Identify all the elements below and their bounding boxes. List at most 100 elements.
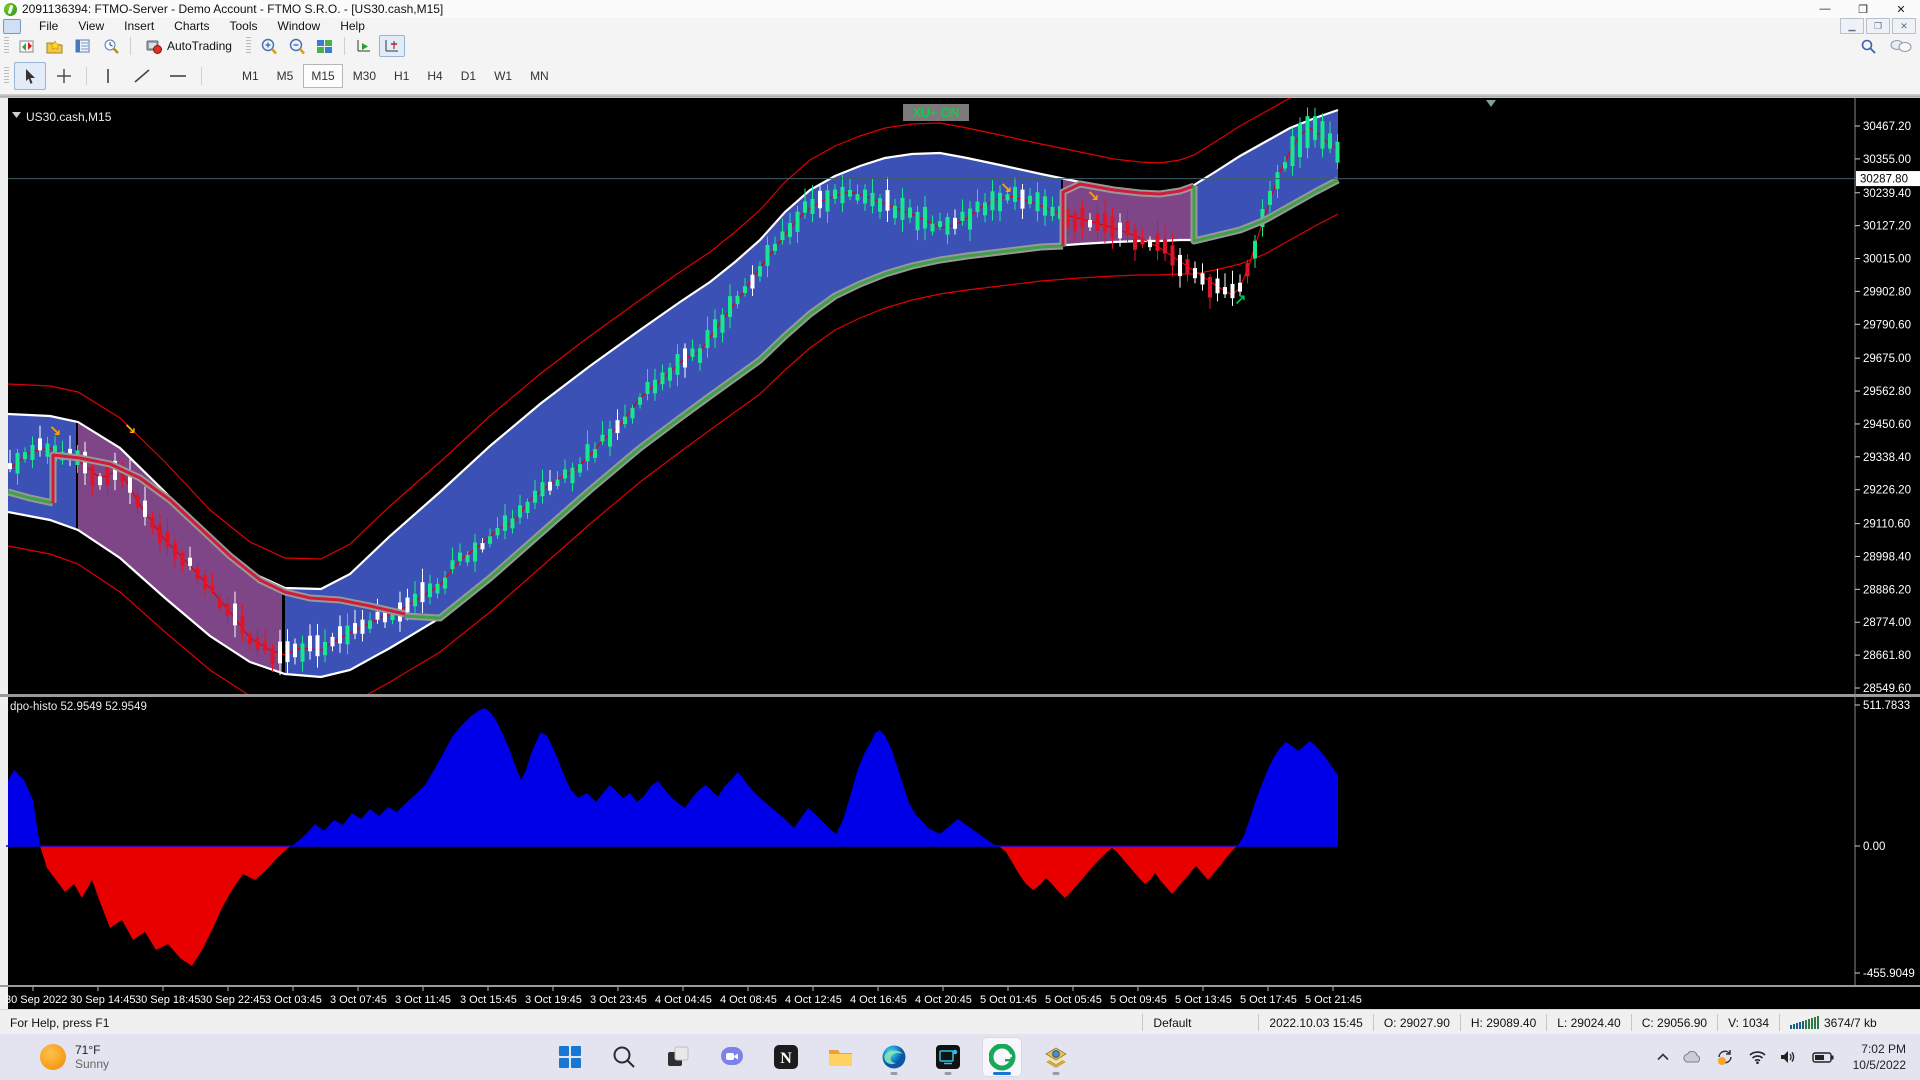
search-icon[interactable] (1861, 39, 1876, 54)
taskbar-clock[interactable]: 7:02 PM 10/5/2022 (1853, 1041, 1906, 1073)
volume-icon[interactable] (1780, 1050, 1799, 1064)
timeframe-m1-button[interactable]: M1 (234, 64, 267, 88)
clock-time: 7:02 PM (1853, 1041, 1906, 1057)
price-tick-label: 28886.20 (1863, 584, 1911, 596)
strategy-tester-button[interactable] (98, 35, 124, 57)
candle-info-segment: V: 1034 (1717, 1014, 1779, 1031)
tray-chevron-up-icon[interactable] (1657, 1053, 1669, 1061)
price-tick-label: 28661.80 (1863, 650, 1911, 662)
time-tick-label: 3 Oct 03:45 (265, 994, 322, 1006)
new-order-button[interactable] (14, 35, 40, 57)
taskbar-icon-screen-recorder[interactable] (928, 1037, 968, 1077)
menu-charts[interactable]: Charts (164, 18, 219, 34)
standard-toolbar: AutoTrading (0, 34, 1920, 58)
close-button[interactable]: ✕ (1882, 0, 1920, 18)
price-tick-label: 29338.40 (1863, 452, 1911, 464)
timeframe-m5-button[interactable]: M5 (269, 64, 302, 88)
crosshair-tool-button[interactable] (48, 62, 80, 90)
timeframe-h4-button[interactable]: H4 (419, 64, 450, 88)
onedrive-icon[interactable] (1682, 1051, 1702, 1064)
mdi-minimize-button[interactable]: ▁ (1840, 18, 1864, 34)
cursor-tool-button[interactable] (14, 62, 46, 90)
wifi-icon[interactable] (1748, 1050, 1767, 1064)
up-arrow-marker: ↗ (1234, 291, 1247, 309)
status-traffic: 3674/7 kb (1779, 1014, 1920, 1031)
horizontal-line-tool-button[interactable] (161, 62, 195, 90)
time-tick-label: 3 Oct 19:45 (525, 994, 582, 1006)
menu-file[interactable]: File (29, 18, 68, 34)
taskbar-weather-widget[interactable]: 71°F Sunny (40, 1043, 260, 1071)
taskbar-icon-metatrader[interactable] (982, 1037, 1022, 1077)
auto-scroll-button[interactable] (351, 35, 377, 57)
price-tick-label: 30467.20 (1863, 121, 1911, 133)
timeframe-m15-button[interactable]: M15 (303, 64, 342, 88)
vertical-line-tool-button[interactable] (93, 62, 123, 90)
time-tick-label: 3 Oct 07:45 (330, 994, 387, 1006)
time-tick-label: 5 Oct 01:45 (980, 994, 1037, 1006)
xu-indicator-badge: XU+ ON (913, 106, 960, 120)
menu-view[interactable]: View (68, 18, 114, 34)
menu-tools[interactable]: Tools (220, 18, 268, 34)
price-tick-label: 30355.00 (1863, 154, 1911, 166)
taskbar-icon-notion[interactable]: N (766, 1037, 806, 1077)
taskbar-icons: N (550, 1037, 1076, 1077)
weather-temperature: 71°F (75, 1043, 109, 1057)
time-tick-label: 3 Oct 15:45 (460, 994, 517, 1006)
time-tick-label: 5 Oct 05:45 (1045, 994, 1102, 1006)
time-tick-label: 30 Sep 2022 (5, 994, 67, 1006)
toolbar-grip[interactable] (4, 67, 9, 85)
community-chat-icon[interactable] (1890, 39, 1912, 53)
time-tick-label: 4 Oct 12:45 (785, 994, 842, 1006)
trendline-tool-button[interactable] (125, 62, 159, 90)
time-tick-label: 4 Oct 08:45 (720, 994, 777, 1006)
taskbar-icon-help-library[interactable] (1036, 1037, 1076, 1077)
zoom-in-button[interactable] (256, 35, 282, 57)
price-tick-label: 29790.60 (1863, 319, 1911, 331)
time-tick-label: 5 Oct 21:45 (1305, 994, 1362, 1006)
running-indicator (945, 1072, 952, 1075)
autotrading-button[interactable]: AutoTrading (137, 35, 241, 57)
timeframe-d1-button[interactable]: D1 (453, 64, 484, 88)
mdi-restore-button[interactable]: ❐ (1866, 18, 1890, 34)
toolbar-grip[interactable] (4, 37, 9, 55)
taskbar-icon-task-view[interactable] (658, 1037, 698, 1077)
time-tick-label: 30 Sep 22:45 (200, 994, 265, 1006)
zoom-out-button[interactable] (284, 35, 310, 57)
mdi-close-button[interactable]: ✕ (1892, 18, 1916, 34)
profiles-button[interactable] (42, 35, 68, 57)
taskbar-icon-edge[interactable] (874, 1037, 914, 1077)
sync-icon[interactable] (1715, 1048, 1735, 1066)
toolbar-grip[interactable] (246, 37, 251, 55)
tile-windows-button[interactable] (312, 35, 338, 57)
time-tick-label: 3 Oct 11:45 (395, 994, 451, 1006)
price-tick-label: 29675.00 (1863, 353, 1911, 365)
taskbar-icon-search[interactable] (604, 1037, 644, 1077)
app-icon (4, 3, 17, 16)
candle-info-segment: L: 29024.40 (1546, 1014, 1630, 1031)
price-tick-label: 29902.80 (1863, 286, 1911, 298)
menu-help[interactable]: Help (330, 18, 375, 34)
restore-button[interactable]: ❐ (1844, 0, 1882, 18)
timeframe-m30-button[interactable]: M30 (345, 64, 384, 88)
timeframe-w1-button[interactable]: W1 (486, 64, 520, 88)
market-watch-button[interactable] (70, 35, 96, 57)
time-tick-label: 4 Oct 20:45 (915, 994, 972, 1006)
minimize-button[interactable]: — (1806, 0, 1844, 18)
down-arrow-marker: ↘ (124, 420, 137, 438)
chart-shift-button[interactable] (379, 35, 405, 57)
price-tick-label: 30239.40 (1863, 188, 1911, 200)
down-arrow-marker: ↘ (1087, 187, 1100, 205)
taskbar-icon-start[interactable] (550, 1037, 590, 1077)
menu-insert[interactable]: Insert (114, 18, 164, 34)
time-tick-label: 4 Oct 04:45 (655, 994, 712, 1006)
price-tick-label: 29562.80 (1863, 386, 1911, 398)
battery-icon[interactable] (1812, 1052, 1834, 1063)
timeframe-h1-button[interactable]: H1 (386, 64, 417, 88)
taskbar-icon-chat[interactable] (712, 1037, 752, 1077)
status-profile[interactable]: Default (1142, 1014, 1258, 1031)
menu-window[interactable]: Window (268, 18, 331, 34)
desktop: 2091136394: FTMO-Server - Demo Account -… (0, 0, 1920, 1080)
chart-window[interactable]: ↘↘↘↘↗30467.2030355.0030239.4030127.20300… (0, 94, 1920, 1009)
timeframe-mn-button[interactable]: MN (522, 64, 557, 88)
taskbar-icon-file-explorer[interactable] (820, 1037, 860, 1077)
